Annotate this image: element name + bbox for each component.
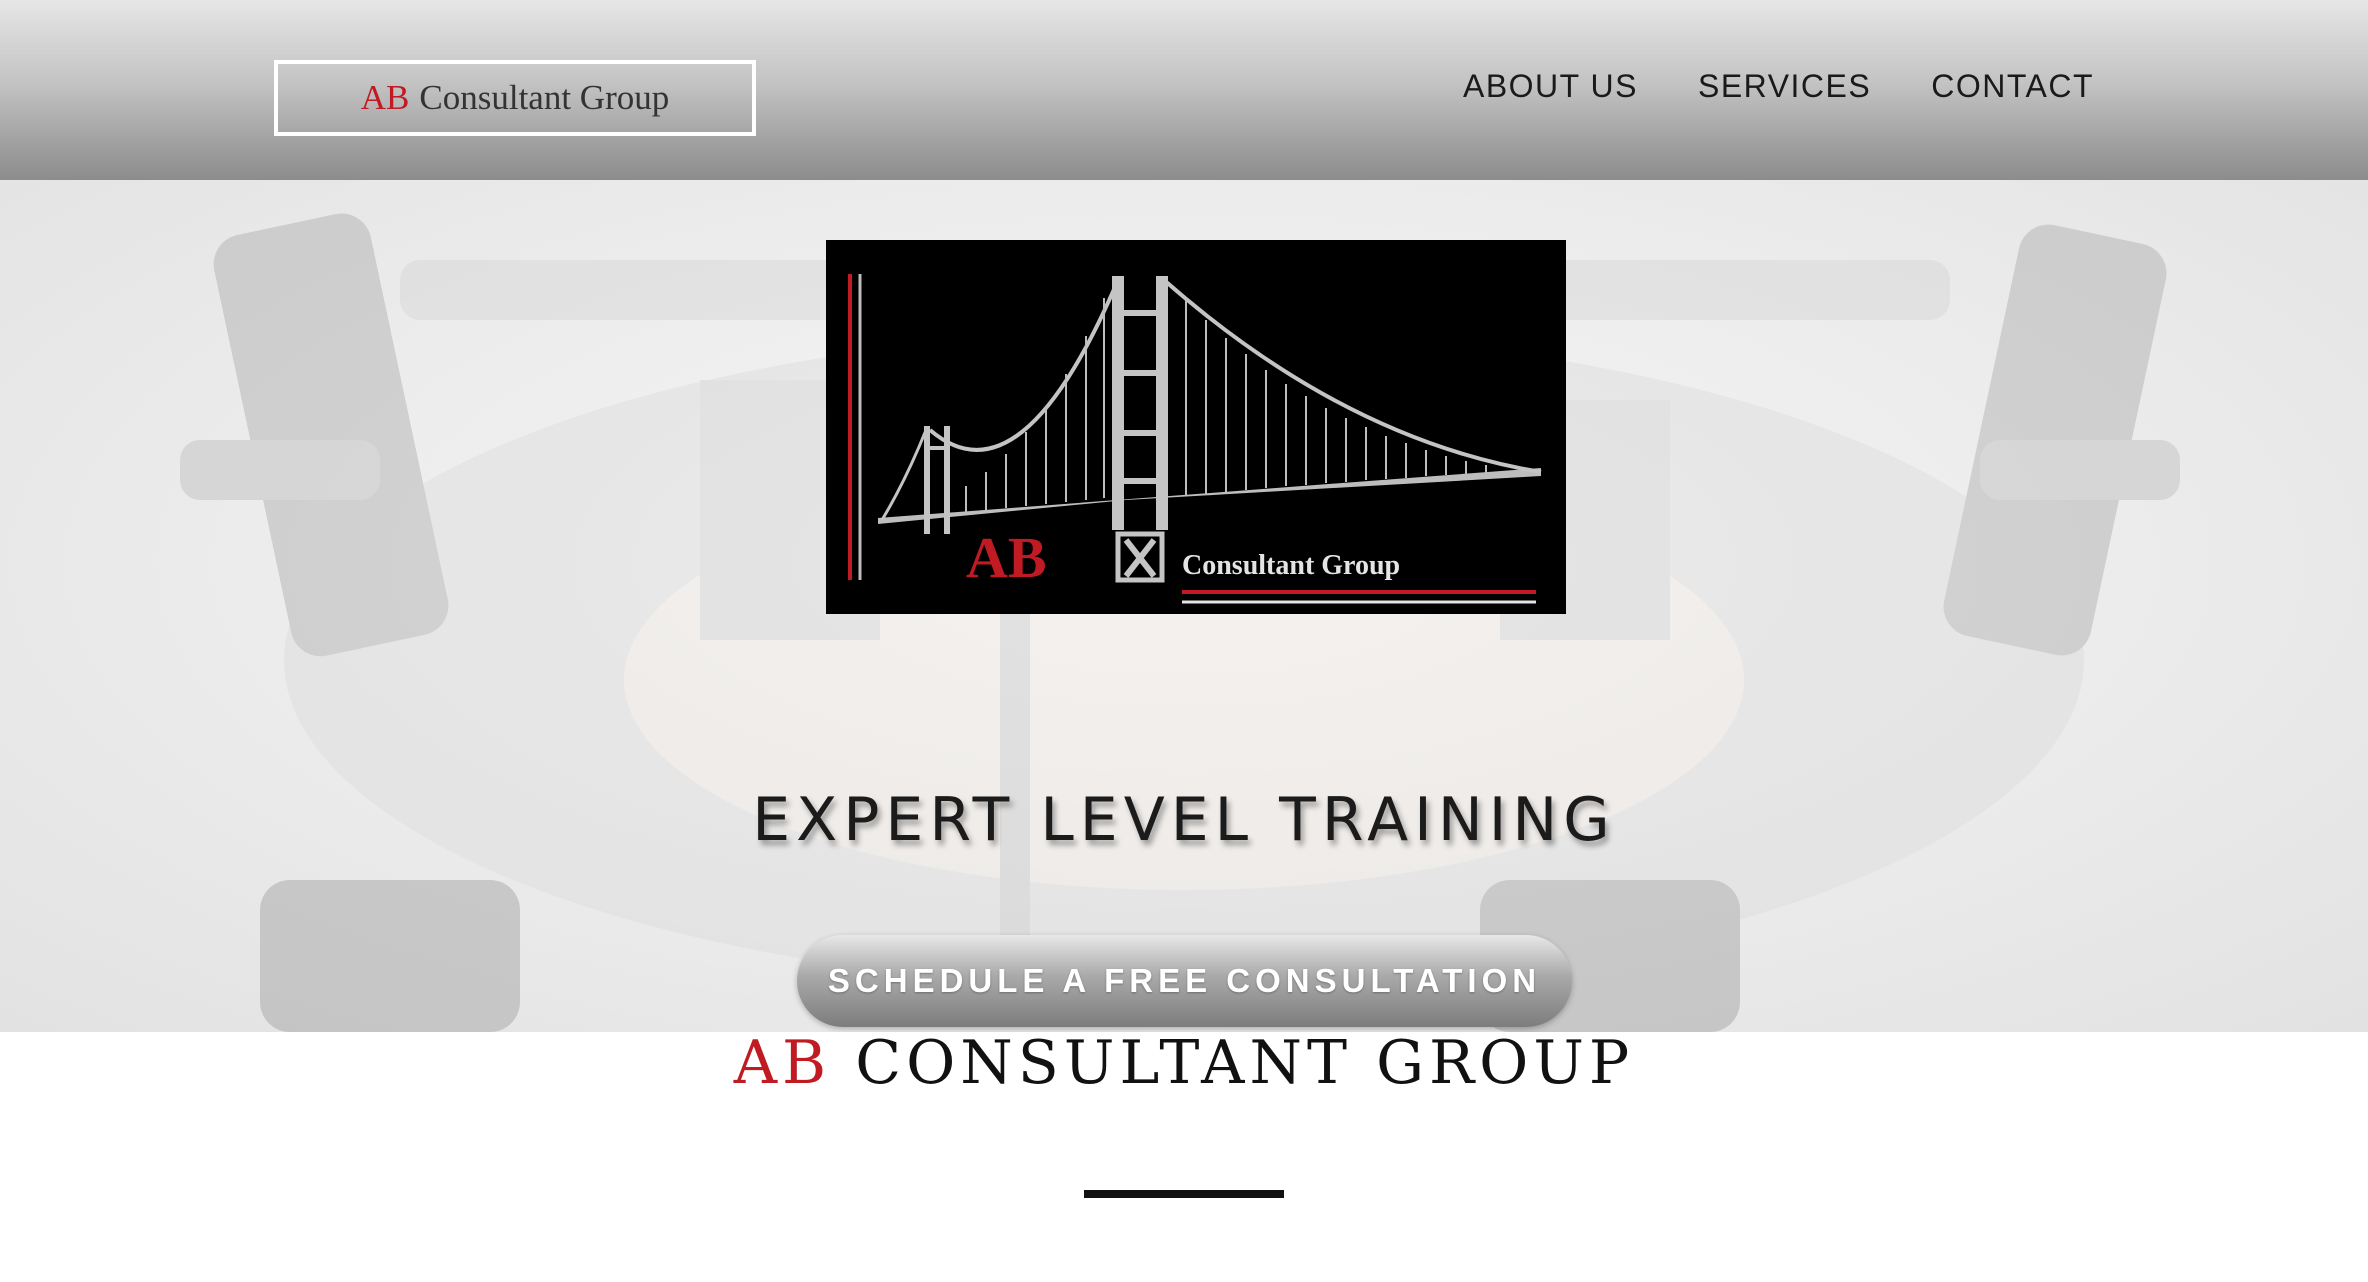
nav-contact[interactable]: CONTACT: [1931, 68, 2094, 105]
header-logo-text: Consultant Group: [419, 78, 670, 117]
header-logo-ab: AB: [360, 78, 410, 117]
section-heading-rest: CONSULTANT GROUP: [855, 1028, 1635, 1098]
hero-headline: EXPERT LEVEL TRAINING: [752, 785, 1616, 855]
section-heading-ab: AB: [733, 1028, 832, 1098]
site-header: AB Consultant Group ABOUT US SERVICES CO…: [0, 0, 2368, 180]
main-nav: ABOUT US SERVICES CONTACT: [1463, 68, 2094, 105]
bridge-logo-graphic: AB Consultant Group: [848, 274, 1542, 604]
hero-logo-ab: AB: [966, 525, 1047, 590]
header-logo-link[interactable]: AB Consultant Group: [274, 60, 756, 136]
section-heading: AB CONSULTANT GROUP: [0, 1028, 2368, 1098]
hero-logo-card: AB Consultant Group: [826, 240, 1566, 614]
hero-logo-text: Consultant Group: [1182, 550, 1400, 581]
nav-services[interactable]: SERVICES: [1698, 68, 1871, 105]
section-divider: [1084, 1190, 1284, 1198]
schedule-consultation-button[interactable]: SCHEDULE A FREE CONSULTATION: [797, 935, 1572, 1027]
nav-about-us[interactable]: ABOUT US: [1463, 68, 1638, 105]
hero-section: AB Consultant Group EXPERT LEVEL TRAININ…: [0, 180, 2368, 1032]
